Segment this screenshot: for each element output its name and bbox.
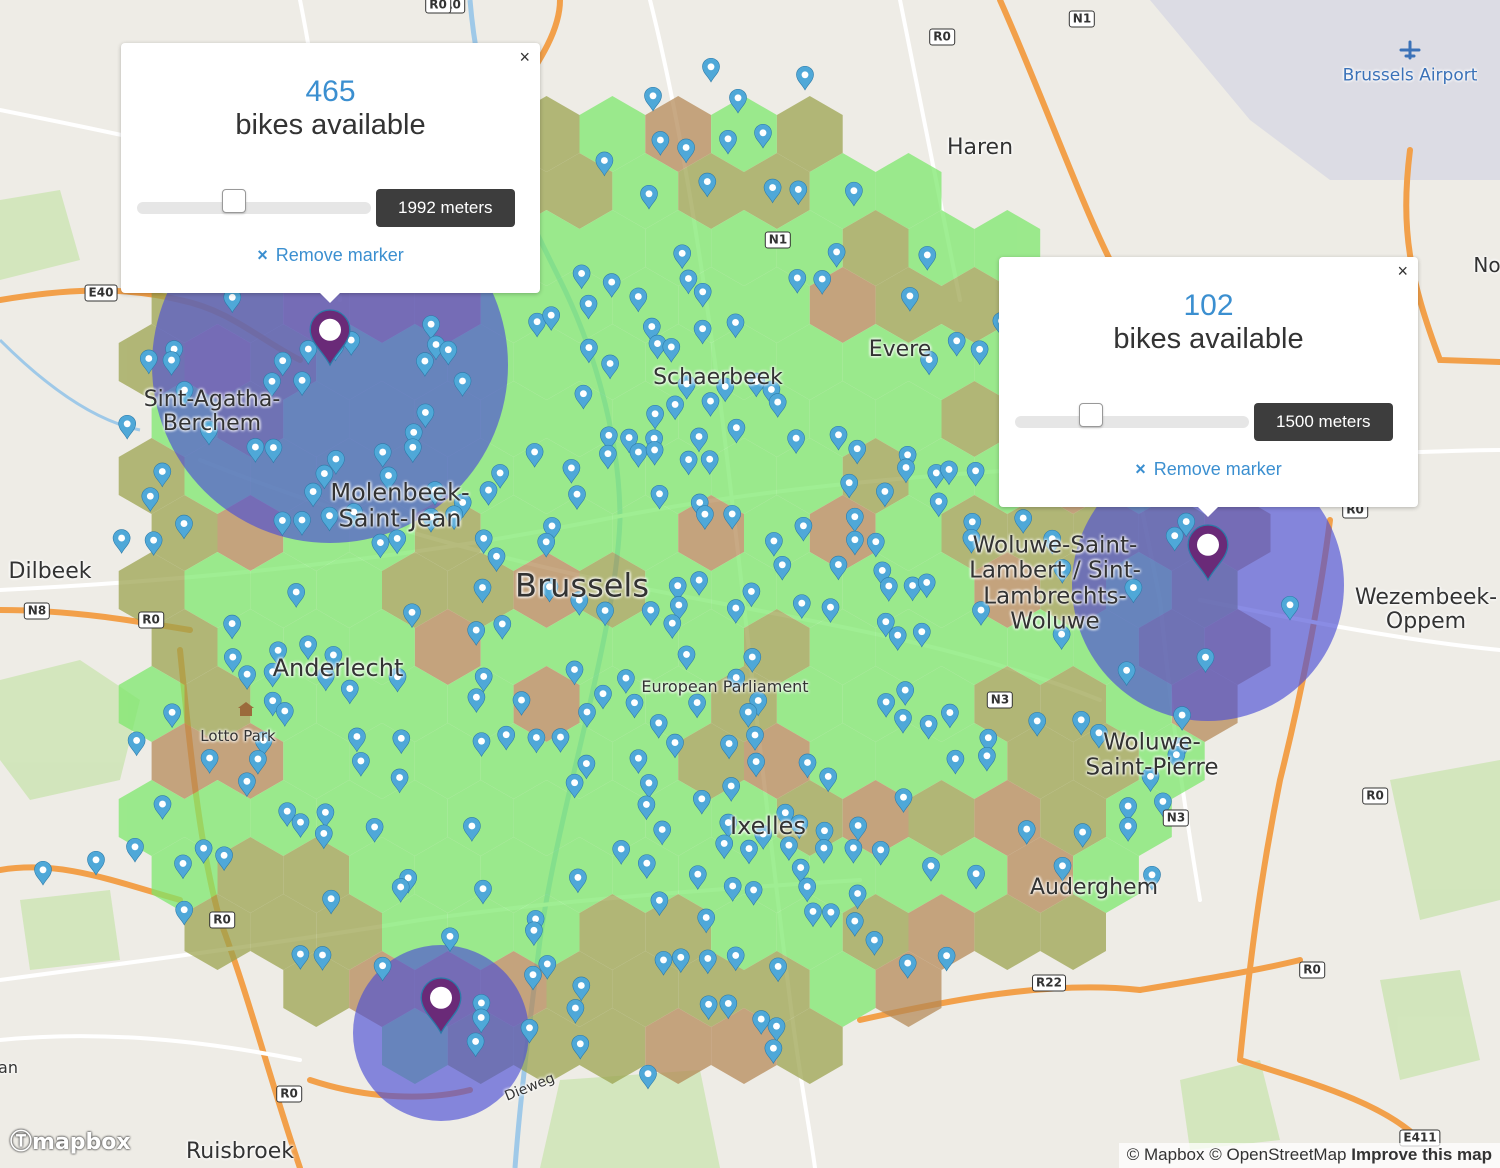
close-icon[interactable]: ×	[1397, 261, 1408, 281]
road-shield: N1	[764, 231, 792, 249]
road-shield: N8	[23, 602, 51, 620]
attribution-osm[interactable]: © OpenStreetMap	[1209, 1145, 1346, 1164]
road-shield: R0	[209, 911, 235, 929]
close-icon: ×	[1135, 459, 1146, 479]
road-shield: R0	[929, 28, 955, 46]
mapbox-logo-text: mapbox	[32, 1130, 131, 1155]
road-shield: R0	[1299, 961, 1325, 979]
close-icon: ×	[257, 245, 268, 265]
road-shield: N3	[1162, 809, 1190, 827]
mapbox-logo-icon[interactable]: Ⓣmapbox	[10, 1124, 131, 1156]
distance-badge: 1992 meters	[376, 189, 515, 227]
remove-marker-button[interactable]: × Remove marker	[999, 459, 1418, 480]
radius-slider[interactable]	[137, 202, 371, 214]
road-shield: R0	[425, 0, 451, 14]
road-shield: R0	[138, 611, 164, 629]
station-popup: × 465 bikes available 1992 meters × Remov…	[121, 43, 540, 303]
station-popup: × 102 bikes available 1500 meters × Remov…	[999, 257, 1418, 517]
road-shield: R22	[1032, 974, 1066, 992]
bike-count: 102	[1183, 289, 1234, 322]
road-shield: N3	[986, 691, 1014, 709]
radius-slider[interactable]	[1015, 416, 1249, 428]
road-shield: R0	[276, 1085, 302, 1103]
road-shield: R0	[1362, 787, 1388, 805]
popup-tip	[1198, 507, 1218, 517]
road-shield: E40	[84, 284, 118, 302]
distance-badge: 1500 meters	[1254, 403, 1393, 441]
popup-tip	[320, 293, 340, 303]
remove-marker-button[interactable]: × Remove marker	[121, 245, 540, 266]
slider-thumb[interactable]	[221, 189, 246, 213]
attribution-mapbox[interactable]: © Mapbox	[1127, 1145, 1205, 1164]
bike-count-label: bikes available	[1113, 323, 1304, 355]
bike-count: 465	[305, 75, 356, 108]
remove-marker-label: Remove marker	[275, 245, 404, 265]
close-icon[interactable]: ×	[519, 47, 530, 67]
map-attribution: © Mapbox © OpenStreetMap Improve this ma…	[1118, 1143, 1500, 1168]
road-shield: N1	[1068, 10, 1096, 28]
improve-map-link[interactable]: Improve this map	[1351, 1145, 1492, 1164]
remove-marker-label: Remove marker	[1153, 459, 1282, 479]
slider-thumb[interactable]	[1078, 403, 1103, 427]
bike-count-label: bikes available	[235, 109, 426, 141]
